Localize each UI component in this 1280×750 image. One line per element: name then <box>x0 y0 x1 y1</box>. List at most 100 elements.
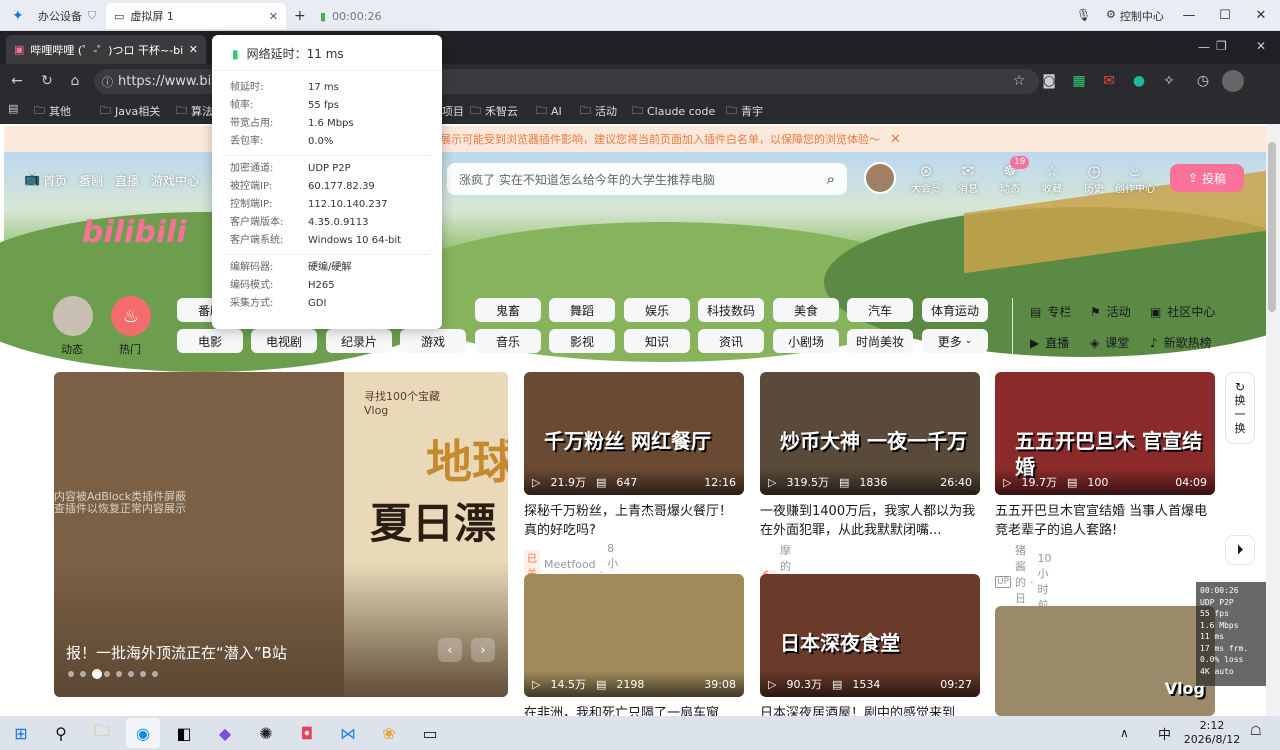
favorite-star-icon[interactable]: ☆ <box>1008 70 1030 92</box>
nav-anime[interactable]: 番剧 <box>79 172 103 189</box>
extension-table-icon[interactable]: ▦ <box>1068 70 1090 92</box>
search-input[interactable]: 涨疯了 实在不知道怎么给今年的大学生推荐电脑 ⌕ <box>447 163 847 195</box>
carousel-title[interactable]: 报！一批海外顶流正在“潜入”B站 <box>66 642 287 663</box>
video-thumbnail[interactable]: ▷ 14.5万 ▤ 2198 39:08 <box>524 574 744 697</box>
close-icon[interactable]: ✕ <box>189 43 198 56</box>
reading-list-icon[interactable]: ▤ <box>8 102 18 115</box>
channel-game[interactable]: 游戏 <box>400 329 466 353</box>
browser-close-button[interactable]: ✕ <box>1256 39 1266 53</box>
channel-knowledge[interactable]: 知识 <box>624 329 690 353</box>
nav-live[interactable]: 直播 <box>115 172 139 189</box>
bookmark-folder[interactable]: 🗀 算法 <box>176 102 213 120</box>
scrollbar-thumb[interactable] <box>1268 142 1276 312</box>
hot-icon[interactable]: ♨ <box>111 296 151 336</box>
extension-mail-icon[interactable]: ✉ <box>1098 70 1120 92</box>
browser-restore-button[interactable]: ❐ <box>1216 39 1227 53</box>
channel-more[interactable]: 更多 ⌄ <box>922 329 988 353</box>
carousel-dot[interactable] <box>128 671 134 677</box>
dynamic-label[interactable]: 动态 <box>61 341 83 357</box>
clock[interactable]: 2:12 2026/8/12 <box>1180 719 1244 747</box>
video-thumbnail[interactable]: 千万粉丝 网红餐厅 ▷ 21.9万 ▤ 647 12:16 <box>524 372 744 495</box>
app-purple-icon[interactable]: ◆ <box>208 718 242 748</box>
carousel-dot[interactable] <box>104 671 110 677</box>
profile-avatar[interactable] <box>1222 70 1244 92</box>
device-tab[interactable]: 办公设备 ⛉ <box>30 3 104 29</box>
link-community[interactable]: ▣ 社区中心 <box>1150 303 1215 320</box>
control-center-button[interactable]: ⚙ 控制中心 <box>1106 8 1164 24</box>
bookmark-folder[interactable]: 🗀 禾智云 <box>470 102 518 120</box>
channel-car[interactable]: 汽车 <box>847 298 913 322</box>
bookmark-folder[interactable]: 项目 <box>442 102 464 120</box>
edge-browser-icon[interactable]: ◉ <box>126 718 160 748</box>
nav-game-center[interactable]: 游戏中心 <box>151 172 199 189</box>
channel-film[interactable]: 影视 <box>549 329 615 353</box>
creator-center-button[interactable]: ♨ 创作中心 <box>1112 162 1158 195</box>
hot-label[interactable]: 热门 <box>119 341 141 357</box>
refresh-button[interactable]: ↻ 换 一 换 <box>1225 372 1255 444</box>
carousel-dot[interactable] <box>92 669 102 679</box>
link-classroom[interactable]: ◈ 课堂 <box>1090 334 1129 351</box>
chatgpt-icon[interactable]: ✺ <box>249 718 283 748</box>
channel-movie[interactable]: 电影 <box>177 329 243 353</box>
carousel-dot[interactable] <box>68 671 74 677</box>
carousel-prev-icon[interactable]: ‹ <box>438 638 462 662</box>
channel-dance[interactable]: 舞蹈 <box>549 298 615 322</box>
app-paw-icon[interactable]: ❀ <box>372 718 406 748</box>
dynamic-avatar[interactable] <box>53 296 93 336</box>
tray-chevron-icon[interactable]: ∧ <box>1120 726 1129 740</box>
home-icon[interactable]: ⌂ <box>64 70 86 92</box>
extension-green-icon[interactable]: ● <box>1128 70 1150 92</box>
extensions-puzzle-icon[interactable]: ✧ <box>1158 70 1180 92</box>
nav-home[interactable]: 首页 <box>43 172 67 189</box>
channel-entertainment[interactable]: 娱乐 <box>624 298 690 322</box>
video-thumbnail[interactable]: Vlog <box>995 606 1215 716</box>
mic-off-icon[interactable]: 🎙 <box>1076 8 1091 22</box>
search-icon[interactable]: ⚲ <box>44 718 78 748</box>
carousel-dot[interactable] <box>152 671 158 677</box>
video-thumbnail[interactable]: 五五开巴旦木 官宣结婚 ▷ 19.7万 ▤ 100 04:09 <box>995 372 1215 495</box>
link-activity[interactable]: ⚑ 活动 <box>1090 303 1131 320</box>
bookmark-folder[interactable]: 🗀 AI <box>536 102 562 120</box>
video-thumbnail[interactable]: 日本深夜食堂 ▷ 90.3万 ▤ 1534 09:27 <box>760 574 980 697</box>
link-live[interactable]: ▶ 直播 <box>1030 334 1069 351</box>
add-tab-icon[interactable]: + <box>294 8 306 24</box>
close-icon[interactable]: ✕ <box>269 10 278 23</box>
channel-mini-theater[interactable]: 小剧场 <box>773 329 839 353</box>
bookmark-folder[interactable]: 🗀 其他 <box>34 102 71 120</box>
browser-tab[interactable]: ▣ 哔哩哔哩 (゜-゜)つロ 干杯~-bilibili ✕ <box>6 35 206 64</box>
vscode-icon[interactable]: ⋈ <box>331 718 365 748</box>
upload-button[interactable]: ⇪ 投稿 <box>1170 164 1244 192</box>
carousel-dot[interactable] <box>140 671 146 677</box>
channel-documentary[interactable]: 纪录片 <box>326 329 392 353</box>
windows-start-icon[interactable]: ⊞ <box>4 718 38 748</box>
history-icon[interactable]: ◷ <box>1192 70 1214 92</box>
video-title[interactable]: 探秘千万粉丝，上青杰哥爆火餐厅！真的好吃吗? <box>524 502 744 540</box>
browser-minimize-button[interactable]: — <box>1198 40 1210 54</box>
vip-button[interactable]: ⊛ 大会员 <box>906 162 946 195</box>
app-pink-icon[interactable]: ◘ <box>290 718 324 748</box>
carousel-dot[interactable] <box>116 671 122 677</box>
video-title[interactable]: 五五开巴旦木官宣结婚 当事人首爆电竞老辈子的追人套路! <box>995 502 1215 540</box>
carousel-dot[interactable] <box>80 671 86 677</box>
extension-icon[interactable]: ◙ <box>1038 70 1060 92</box>
user-avatar[interactable] <box>864 162 896 194</box>
channel-tv[interactable]: 电视剧 <box>251 329 317 353</box>
timer-tab[interactable]: ▮ 00:00:26 <box>312 3 389 29</box>
link-column[interactable]: ▤ 专栏 <box>1030 303 1071 320</box>
history-button[interactable]: ◷ 历史 <box>1074 162 1114 195</box>
link-new-songs[interactable]: ♪ 新歌热榜 <box>1150 334 1212 351</box>
channel-guichu[interactable]: 鬼畜 <box>475 298 541 322</box>
back-to-top-icon[interactable]: ⏵ <box>1225 535 1255 565</box>
channel-music[interactable]: 音乐 <box>475 329 541 353</box>
bilibili-logo[interactable]: bilibili <box>82 215 187 250</box>
video-title[interactable]: 一夜赚到1400万后，我家人都以为我在外面犯罪，从此我默默闭嘴... <box>760 502 980 540</box>
channel-food[interactable]: 美食 <box>773 298 839 322</box>
bookmark-folder[interactable]: 🗀 青宇 <box>726 102 763 120</box>
close-window-button[interactable]: ✕ <box>1238 0 1280 31</box>
close-icon[interactable]: ✕ <box>890 132 901 147</box>
intellij-icon[interactable]: ◧ <box>167 718 201 748</box>
search-icon[interactable]: ⌕ <box>827 170 835 188</box>
bookmark-folder[interactable]: 🗀 Claude code <box>632 102 715 120</box>
bookmark-folder[interactable]: 🗀 活动 <box>580 102 617 120</box>
site-info-icon[interactable]: ⓘ <box>102 74 113 90</box>
